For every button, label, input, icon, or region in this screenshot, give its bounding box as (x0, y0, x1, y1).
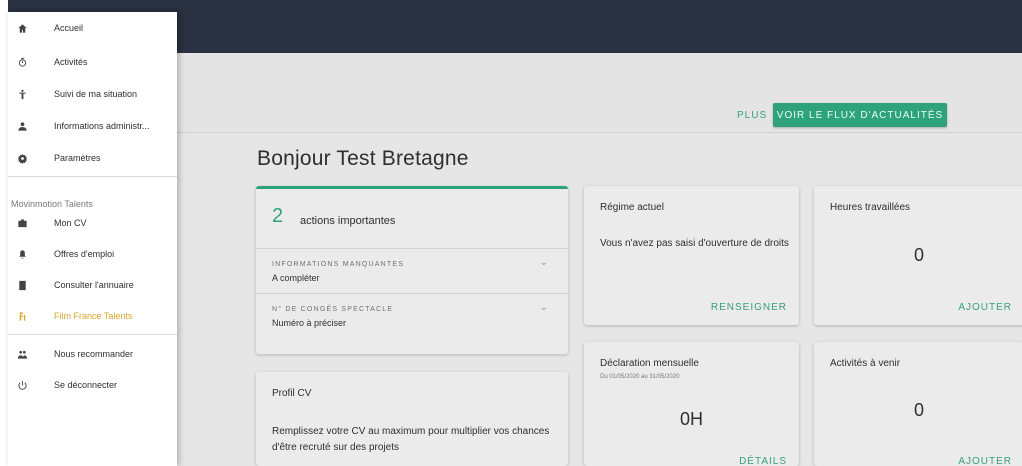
regime-message: Vous n'avez pas saisi d'ouverture de dro… (600, 238, 789, 249)
menu-label: Film France Talents (54, 311, 133, 321)
menu-label: Nous recommander (54, 349, 134, 359)
menu-item-activites[interactable]: Activités (8, 47, 177, 77)
worked-hours-card: Heures travaillées 0 AJOUTER (814, 186, 1022, 325)
account-icon (8, 121, 36, 132)
menu-label: Offres d'emploi (54, 249, 115, 259)
card-title: Déclaration mensuelle (600, 358, 699, 369)
section-value: A compléter (272, 273, 320, 283)
upcoming-count: 0 (913, 400, 924, 420)
menu-label: Se déconnecter (54, 380, 118, 390)
menu-item-recommander[interactable]: Nous recommander (8, 339, 177, 369)
news-feed-button[interactable]: VOIR LE FLUX D'ACTUALITÉS (773, 103, 947, 127)
power-icon (8, 380, 36, 391)
drawer-divider (8, 176, 177, 177)
chevron-down-icon[interactable]: ⌄ (540, 302, 548, 313)
menu-item-film-france-talents[interactable]: Film France Talents (8, 301, 177, 331)
directory-icon (8, 280, 36, 291)
section-title: INFORMATIONS MANQUANTES (272, 261, 405, 268)
person-icon (8, 89, 36, 100)
add-hours-button[interactable]: AJOUTER (958, 302, 1012, 313)
upcoming-activities-card: Activités à venir 0 AJOUTER (814, 342, 1022, 466)
page-title: Bonjour Test Bretagne (257, 147, 469, 170)
card-title: Activités à venir (830, 358, 901, 369)
app-window: PLUS VOIR LE FLUX D'ACTUALITÉS Bonjour T… (0, 0, 1022, 466)
menu-item-offres[interactable]: Offres d'emploi (8, 239, 177, 269)
important-actions-card: 2 actions importantes INFORMATIONS MANQU… (256, 186, 568, 354)
profile-message: Remplissez votre CV au maximum pour mult… (272, 426, 550, 453)
timer-icon (8, 57, 36, 68)
missing-information-section[interactable]: INFORMATIONS MANQUANTES A compléter ⌄ (256, 249, 568, 293)
menu-label: Informations administr... (54, 121, 150, 131)
menu-item-parametres[interactable]: Paramètres (8, 143, 177, 173)
menu-item-mon-cv[interactable]: Mon CV (8, 208, 177, 238)
menu-item-accueil[interactable]: Accueil (8, 13, 177, 43)
menu-label: Paramètres (54, 153, 101, 163)
plus-link[interactable]: PLUS (737, 110, 767, 121)
card-title: Régime actuel (600, 202, 664, 213)
menu-item-deconnecter[interactable]: Se déconnecter (8, 370, 177, 400)
settings-icon (8, 153, 36, 164)
leave-number-section[interactable]: N° DE CONGÉS SPECTACLE Numéro à préciser… (256, 294, 568, 342)
screen-left-edge (0, 0, 8, 466)
chevron-down-icon[interactable]: ⌄ (540, 257, 548, 268)
section-value: Numéro à préciser (272, 318, 347, 328)
section-title: N° DE CONGÉS SPECTACLE (272, 306, 394, 313)
details-button[interactable]: DÉTAILS (739, 456, 787, 466)
card-title: Heures travaillées (830, 202, 911, 213)
actions-title: actions importantes (300, 215, 396, 227)
briefcase-icon (8, 218, 36, 229)
drawer-divider (8, 334, 177, 335)
monthly-declaration-card: Déclaration mensuelle Du 01/05/2020 au 3… (584, 342, 799, 466)
menu-label: Consulter l'annuaire (54, 280, 134, 290)
film-france-icon (8, 311, 36, 322)
declaration-total: 0H (679, 409, 703, 429)
worked-hours-value: 0 (913, 245, 924, 265)
current-regime-card: Régime actuel Vous n'avez pas saisi d'ou… (584, 186, 799, 325)
menu-label: Activités (54, 57, 88, 67)
menu-label: Mon CV (54, 218, 87, 228)
menu-item-suivi[interactable]: Suivi de ma situation (8, 79, 177, 109)
renseigner-button[interactable]: RENSEIGNER (711, 302, 787, 313)
bell-icon (8, 249, 36, 260)
card-title: Profil CV (272, 388, 312, 399)
actions-count: 2 (272, 205, 284, 227)
menu-label: Suivi de ma situation (54, 89, 138, 99)
cv-profile-card: Profil CV Remplissez votre CV au maximum… (256, 372, 568, 466)
menu-item-annuaire[interactable]: Consulter l'annuaire (8, 270, 177, 300)
declaration-period: Du 01/05/2020 au 31/05/2020 (600, 374, 680, 380)
navigation-drawer: Accueil Activités Suivi de ma situation … (8, 12, 177, 466)
menu-item-informations[interactable]: Informations administr... (8, 111, 177, 141)
menu-label: Accueil (54, 23, 84, 33)
home-icon (8, 23, 36, 34)
add-activity-button[interactable]: AJOUTER (958, 456, 1012, 466)
group-icon (8, 349, 36, 360)
